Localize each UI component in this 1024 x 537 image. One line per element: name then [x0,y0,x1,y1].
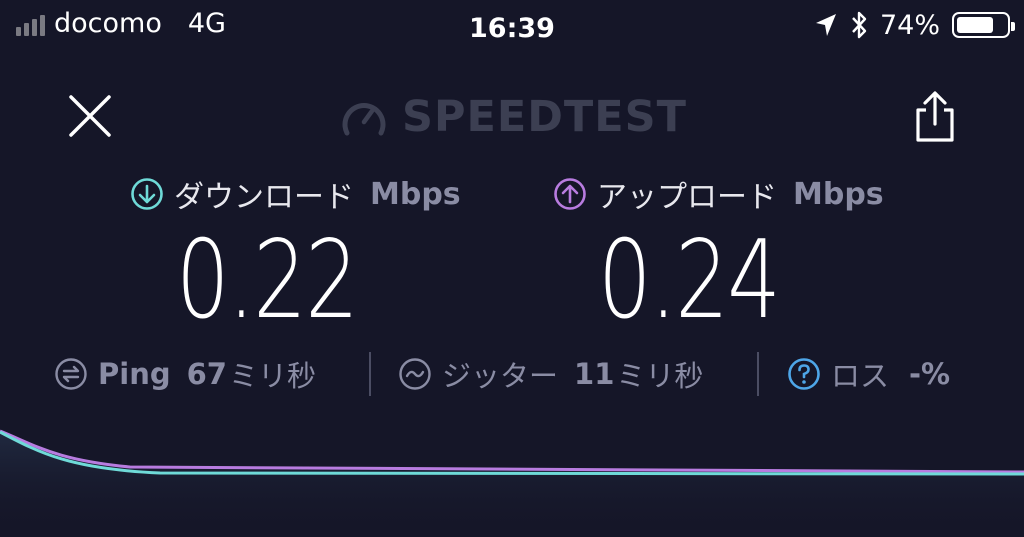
jitter-unit: ミリ秒 [616,359,704,393]
stats-divider [369,352,371,396]
speedtest-logo: SPEEDTEST [340,92,687,142]
share-icon[interactable] [912,88,958,144]
ping-value: 67 [186,357,227,391]
download-unit: Mbps [370,176,461,212]
upload-arrow-icon [554,178,586,210]
battery-percent: 74% [879,9,940,41]
status-bar: docomo 4G 16:39 74% [0,0,1024,58]
battery-icon [952,12,1015,38]
jitter-icon [399,358,431,390]
download-value: 0.22 [176,218,359,343]
loss-value: -% [909,357,951,391]
location-arrow-icon [815,14,836,36]
jitter-stat: ジッター 11 ミリ秒 [398,353,703,395]
loss-label: ロス [831,359,890,393]
download-title: ダウンロード [174,180,354,215]
bluetooth-icon [852,11,867,39]
close-icon[interactable] [66,92,114,140]
upload-value: 0.24 [598,218,781,343]
upload-curve [0,429,1024,474]
download-label: ダウンロード Mbps [130,172,461,216]
ping-unit: ミリ秒 [228,359,316,393]
help-icon[interactable] [787,357,821,391]
status-right: 74% [814,9,1015,41]
loss-stat: ロス -% [787,353,950,395]
brand-name: SPEEDTEST [402,92,687,142]
ping-stat: Ping 67 ミリ秒 [54,353,316,395]
stats-row: Ping 67 ミリ秒 ジッター 11 ミリ秒 ロス -% [0,353,1024,399]
ping-label: Ping [98,357,171,391]
ping-icon [55,358,87,390]
speed-graph [0,429,1024,537]
graph-glow [0,431,1024,537]
jitter-value: 11 [574,357,615,391]
download-arrow-icon [131,178,163,210]
jitter-label: ジッター [442,359,559,393]
stats-divider [757,352,759,396]
battery-level [957,17,993,33]
upload-label: アップロード Mbps [553,172,884,216]
upload-unit: Mbps [793,176,884,212]
upload-title: アップロード [597,180,777,215]
gauge-icon [342,103,386,136]
